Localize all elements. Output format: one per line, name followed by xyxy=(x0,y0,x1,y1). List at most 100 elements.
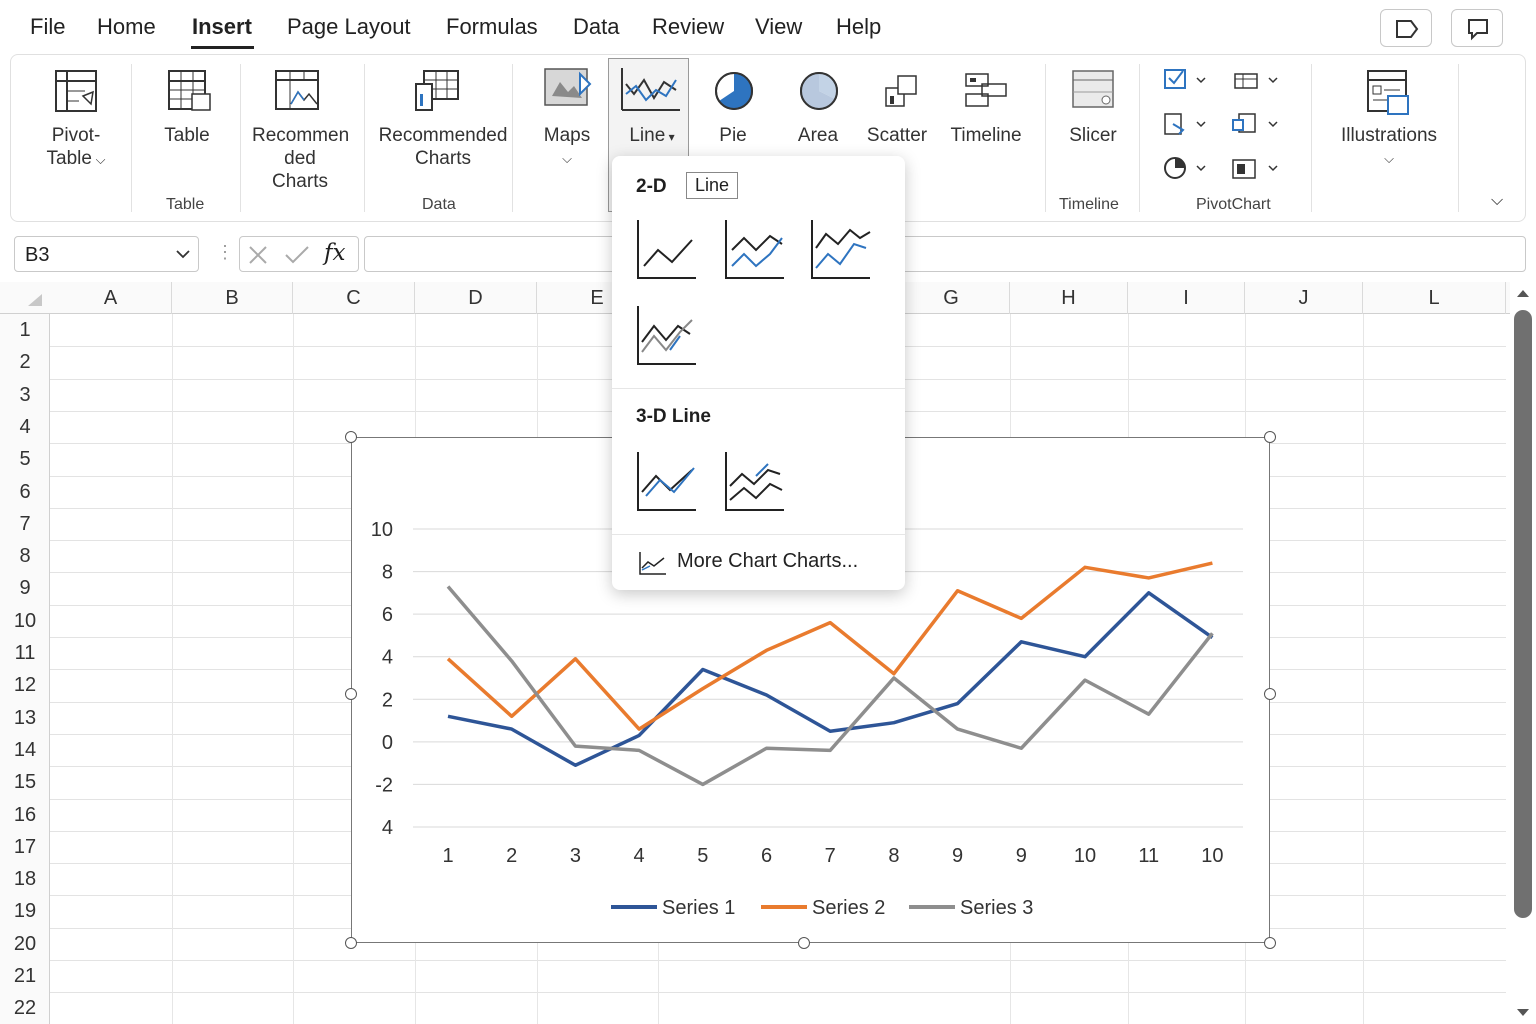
column-header[interactable]: I xyxy=(1128,282,1245,314)
series-line-3[interactable] xyxy=(446,585,1214,787)
menu-view[interactable]: View xyxy=(755,14,802,40)
y-tick-label: 8 xyxy=(382,562,393,584)
row-header[interactable]: 22 xyxy=(0,992,50,1024)
pie-button[interactable]: Pie xyxy=(708,124,758,147)
row-header[interactable]: 17 xyxy=(0,831,50,863)
resize-handle-ml[interactable] xyxy=(345,688,357,700)
row-header[interactable]: 13 xyxy=(0,702,50,734)
pivot-table-button[interactable]: Pivot- Table ⌵ xyxy=(46,124,106,171)
more-line-charts-link[interactable]: More Chart Charts... xyxy=(677,550,858,573)
3d-line-option[interactable] xyxy=(634,446,700,516)
illustrations-icon xyxy=(1367,70,1409,115)
row-header[interactable]: 5 xyxy=(0,443,50,475)
recommended-pivot-label-1: Recommen xyxy=(252,125,350,146)
insert-function-button[interactable]: fx xyxy=(324,240,345,266)
line-option[interactable] xyxy=(634,214,700,284)
stacked-line-option[interactable] xyxy=(722,214,788,284)
cancel-icon[interactable] xyxy=(248,245,270,265)
row-header[interactable]: 8 xyxy=(0,540,50,572)
scatter-button[interactable]: Scatter xyxy=(862,124,932,147)
row-header[interactable]: 16 xyxy=(0,799,50,831)
column-header[interactable]: B xyxy=(172,282,293,314)
x-tick-label: 1 xyxy=(442,845,453,867)
row-header[interactable]: 2 xyxy=(0,346,50,378)
column-header[interactable]: A xyxy=(50,282,172,314)
resize-handle-tr[interactable] xyxy=(1264,431,1276,443)
column-header[interactable]: J xyxy=(1245,282,1363,314)
enter-icon[interactable] xyxy=(284,245,310,265)
100-stacked-line-option[interactable] xyxy=(808,214,874,284)
column-header[interactable]: H xyxy=(1010,282,1128,314)
illustrations-label: Illustrations xyxy=(1340,125,1438,146)
row-header[interactable]: 6 xyxy=(0,476,50,508)
row-header[interactable]: 12 xyxy=(0,669,50,701)
row-header[interactable]: 7 xyxy=(0,508,50,540)
line-with-markers-option[interactable] xyxy=(634,300,700,370)
column-header[interactable]: D xyxy=(415,282,537,314)
series-line-1[interactable] xyxy=(447,591,1214,768)
recommended-pivot-button[interactable]: Recommen ded Charts xyxy=(252,124,350,193)
formula-input[interactable] xyxy=(364,236,1526,272)
row-header[interactable]: 9 xyxy=(0,572,50,604)
menu-help[interactable]: Help xyxy=(836,14,881,40)
row-header[interactable]: 14 xyxy=(0,734,50,766)
share-button[interactable] xyxy=(1380,9,1432,47)
resize-handle-tl[interactable] xyxy=(345,431,357,443)
row-header[interactable]: 3 xyxy=(0,379,50,411)
slicer-button[interactable]: Slicer xyxy=(1060,124,1126,147)
vertical-scrollbar[interactable] xyxy=(1510,283,1536,1024)
pivotchart-icons xyxy=(1164,69,1278,179)
menu-file[interactable]: File xyxy=(30,14,65,40)
chevron-down-icon xyxy=(176,250,190,259)
row-header[interactable]: 4 xyxy=(0,411,50,443)
column-header[interactable]: G xyxy=(893,282,1010,314)
chevron-down-icon: ⌵ xyxy=(91,152,106,167)
legend-label[interactable]: Series 2 xyxy=(812,897,885,919)
menu-data[interactable]: Data xyxy=(573,14,619,40)
row-header[interactable]: 19 xyxy=(0,895,50,927)
legend-label[interactable]: Series 1 xyxy=(662,897,735,919)
table-icon xyxy=(168,70,211,111)
select-all-icon[interactable] xyxy=(24,292,44,308)
name-box-value: B3 xyxy=(25,244,50,266)
maps-label: Maps xyxy=(543,125,591,146)
resize-handle-br[interactable] xyxy=(1264,937,1276,949)
legend-label[interactable]: Series 3 xyxy=(960,897,1033,919)
row-header[interactable]: 11 xyxy=(0,637,50,669)
scatter-chart-icon xyxy=(885,75,917,107)
menu-formulas[interactable]: Formulas xyxy=(446,14,538,40)
illustrations-button[interactable]: Illustrations ⌵ xyxy=(1336,124,1442,170)
scrollbar-track xyxy=(1514,290,1532,1016)
maps-button[interactable]: Maps ⌵ xyxy=(536,124,598,170)
menu-review[interactable]: Review xyxy=(652,14,724,40)
y-tick-label: -2 xyxy=(375,774,393,796)
3d-line-alt-option[interactable] xyxy=(722,446,788,516)
row-header[interactable]: 21 xyxy=(0,960,50,992)
timeline-button[interactable]: Timeline xyxy=(944,124,1028,147)
3d-line-alt-chart-icon xyxy=(725,452,784,511)
ribbon-collapse-icon[interactable]: ⌵ xyxy=(1491,192,1503,210)
resize-handle-mr[interactable] xyxy=(1264,688,1276,700)
area-button[interactable]: Area xyxy=(790,124,846,147)
comments-button[interactable] xyxy=(1451,9,1503,47)
menu-page-layout[interactable]: Page Layout xyxy=(287,14,411,40)
formula-bar-grip-icon: ⋮ xyxy=(216,242,234,262)
column-header[interactable]: C xyxy=(293,282,415,314)
x-tick-label: 11 xyxy=(1138,845,1159,867)
recommended-charts-icon xyxy=(415,70,459,111)
column-header[interactable]: L xyxy=(1363,282,1506,314)
row-header[interactable]: 18 xyxy=(0,863,50,895)
row-header[interactable]: 20 xyxy=(0,928,50,960)
recommended-pivot-label-2: ded xyxy=(284,148,316,169)
resize-handle-bl[interactable] xyxy=(345,937,357,949)
100-stacked-line-chart-icon xyxy=(811,220,871,279)
row-header[interactable]: 10 xyxy=(0,605,50,637)
resize-handle-bm[interactable] xyxy=(798,937,810,949)
row-header[interactable]: 1 xyxy=(0,314,50,346)
recommended-charts-button[interactable]: Recommended Charts xyxy=(376,124,510,170)
table-button[interactable]: Table xyxy=(157,124,217,147)
menu-home[interactable]: Home xyxy=(97,14,156,40)
row-header[interactable]: 15 xyxy=(0,766,50,798)
menu-insert[interactable]: Insert xyxy=(192,14,252,40)
name-box[interactable]: B3 xyxy=(14,236,199,272)
